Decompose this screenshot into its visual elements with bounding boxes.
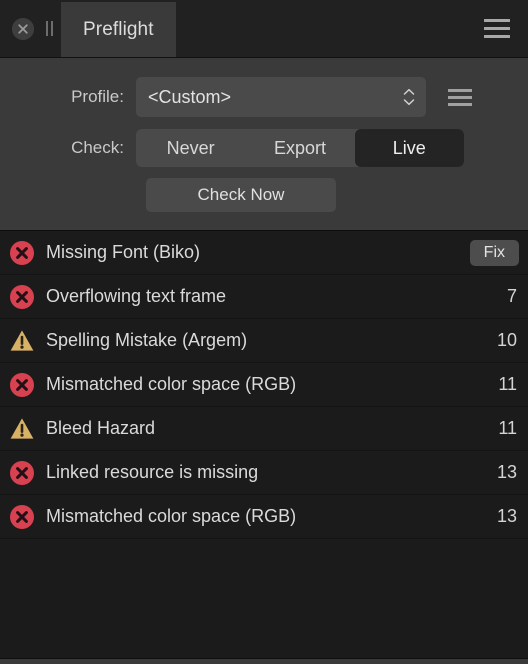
row-count: 10 bbox=[496, 330, 517, 350]
controls-panel: Profile: <Custom> Check: Never Export Li… bbox=[0, 58, 528, 230]
row-count: 7 bbox=[506, 286, 517, 306]
profile-row: Profile: <Custom> bbox=[0, 76, 528, 118]
segment-export-label: Export bbox=[273, 137, 326, 158]
warning-triangle-icon bbox=[8, 415, 36, 443]
row-label: Mismatched color space (RGB) bbox=[46, 374, 297, 394]
hamburger-menu-icon[interactable] bbox=[484, 19, 510, 38]
check-now-button[interactable]: Check Now bbox=[146, 178, 336, 212]
row-count: 11 bbox=[498, 374, 517, 394]
tab-preflight[interactable]: Preflight bbox=[61, 2, 176, 57]
table-row[interactable]: Overflowing text frame 7 bbox=[0, 275, 528, 319]
table-row[interactable]: Linked resource is missing 13 bbox=[0, 451, 528, 495]
row-count: 11 bbox=[498, 418, 517, 438]
fix-button[interactable]: Fix bbox=[469, 239, 519, 266]
close-circle-icon[interactable] bbox=[12, 17, 34, 40]
row-count: 13 bbox=[496, 462, 517, 482]
error-circle-icon bbox=[8, 283, 36, 311]
row-label: Overflowing text frame bbox=[46, 286, 227, 306]
error-circle-icon bbox=[8, 503, 36, 531]
check-now-row: Check Now bbox=[0, 178, 528, 212]
row-label: Bleed Hazard bbox=[46, 418, 156, 438]
profile-menu-hamburger-icon[interactable] bbox=[448, 88, 472, 106]
segment-live-label: Live bbox=[392, 137, 426, 158]
horizontal-scrollbar[interactable] bbox=[0, 658, 528, 664]
check-row: Check: Never Export Live bbox=[0, 127, 528, 169]
tab-preflight-label: Preflight bbox=[83, 18, 154, 40]
segment-live[interactable]: Live bbox=[354, 129, 464, 167]
titlebar-left-controls bbox=[0, 0, 55, 57]
profile-select[interactable]: <Custom> bbox=[136, 77, 426, 117]
row-count: 13 bbox=[496, 506, 517, 526]
table-row[interactable]: Mismatched color space (RGB) 13 bbox=[0, 495, 528, 539]
table-row[interactable]: Bleed Hazard 11 bbox=[0, 407, 528, 451]
segment-export[interactable]: Export bbox=[245, 129, 354, 167]
segment-never[interactable]: Never bbox=[136, 129, 245, 167]
check-now-button-label: Check Now bbox=[197, 185, 285, 204]
up-down-chevrons-icon[interactable] bbox=[403, 88, 415, 106]
row-label: Spelling Mistake (Argem) bbox=[46, 330, 248, 350]
check-mode-segmented-control: Never Export Live bbox=[136, 129, 464, 167]
titlebar: Preflight bbox=[0, 0, 528, 58]
titlebar-spacer bbox=[176, 0, 484, 57]
warning-triangle-icon bbox=[8, 327, 36, 355]
row-label: Missing Font (Biko) bbox=[46, 242, 201, 262]
error-circle-icon bbox=[8, 459, 36, 487]
preflight-results-list[interactable]: Missing Font (Biko) Fix Overflowing text… bbox=[0, 230, 528, 664]
fix-button-label: Fix bbox=[483, 243, 505, 261]
preflight-panel: Preflight Profile: <Custom> Check: Never… bbox=[0, 0, 528, 664]
error-circle-icon bbox=[8, 239, 36, 267]
segment-never-label: Never bbox=[166, 137, 215, 158]
table-row[interactable]: Spelling Mistake (Argem) 10 bbox=[0, 319, 528, 363]
profile-select-value: <Custom> bbox=[148, 86, 232, 107]
profile-label: Profile: bbox=[71, 87, 124, 106]
pause-bars-icon[interactable] bbox=[44, 21, 55, 37]
row-label: Linked resource is missing bbox=[46, 462, 259, 482]
check-label: Check: bbox=[71, 138, 124, 157]
table-row[interactable]: Mismatched color space (RGB) 11 bbox=[0, 363, 528, 407]
table-row[interactable]: Missing Font (Biko) Fix bbox=[0, 231, 528, 275]
error-circle-icon bbox=[8, 371, 36, 399]
row-label: Mismatched color space (RGB) bbox=[46, 506, 297, 526]
